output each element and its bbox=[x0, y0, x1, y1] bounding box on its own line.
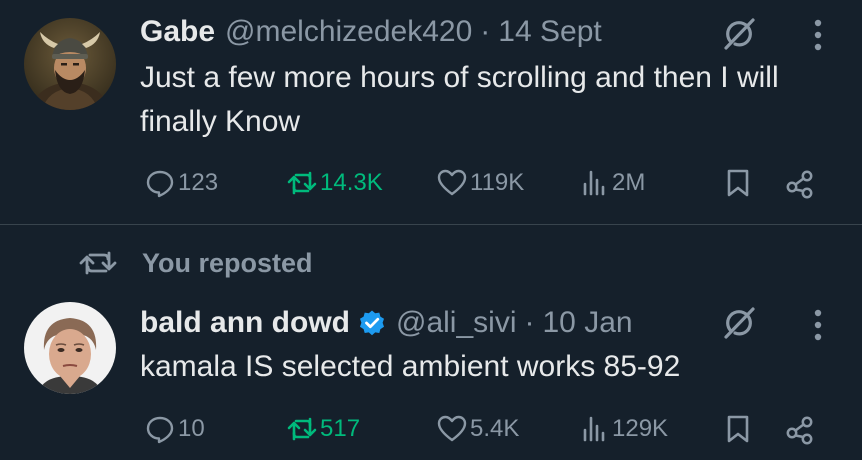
more-options-icon[interactable] bbox=[812, 308, 824, 342]
repost-indicator-icon bbox=[79, 251, 117, 275]
share-icon bbox=[786, 170, 813, 199]
author-name[interactable]: Gabe bbox=[140, 15, 215, 49]
repost-count: 14.3K bbox=[320, 169, 383, 196]
timestamp[interactable]: 14 Sept bbox=[498, 15, 601, 49]
share-button[interactable] bbox=[784, 163, 818, 203]
reply-count: 10 bbox=[178, 415, 205, 442]
view-count: 129K bbox=[612, 415, 669, 442]
repost-button[interactable]: 14.3K bbox=[286, 163, 383, 203]
avatar[interactable] bbox=[24, 302, 116, 394]
horned-helmet-warrior-avatar-image bbox=[24, 18, 116, 110]
verified-badge-icon[interactable] bbox=[358, 309, 386, 337]
separator-dot: · bbox=[480, 15, 491, 48]
reply-button[interactable]: 123 bbox=[144, 163, 218, 203]
bookmark-button[interactable] bbox=[722, 163, 756, 203]
bookmark-icon bbox=[727, 415, 749, 443]
repost-button[interactable]: 517 bbox=[286, 409, 360, 449]
tweet-text: kamala IS selected ambient works 85-92 bbox=[140, 350, 681, 383]
tweet-actions: 123 14.3K 119K 2M bbox=[140, 163, 830, 203]
like-button[interactable]: 5.4K bbox=[436, 409, 519, 449]
view-count: 2M bbox=[612, 169, 646, 196]
views-chart-icon bbox=[583, 170, 605, 196]
reply-count: 123 bbox=[178, 169, 219, 196]
avatar[interactable] bbox=[24, 18, 116, 110]
reply-button[interactable]: 10 bbox=[144, 409, 205, 449]
views-button[interactable]: 2M bbox=[578, 163, 645, 203]
tweet-header: Gabe @melchizedek420 · 14 Sept bbox=[140, 12, 602, 52]
bookmark-icon bbox=[727, 169, 749, 197]
repost-count: 517 bbox=[320, 415, 361, 442]
separator-dot: · bbox=[524, 306, 535, 339]
views-button[interactable]: 129K bbox=[578, 409, 668, 449]
tweet-header: bald ann dowd @ali_sivi · 10 Jan bbox=[140, 303, 633, 343]
author-name[interactable]: bald ann dowd bbox=[140, 306, 350, 340]
reply-icon bbox=[146, 416, 174, 444]
tweet[interactable]: Gabe @melchizedek420 · 14 Sept Just a fe… bbox=[0, 0, 862, 224]
share-icon bbox=[786, 416, 813, 445]
grok-icon[interactable] bbox=[720, 15, 758, 53]
repost-context[interactable]: You reposted bbox=[78, 245, 313, 281]
bookmark-button[interactable] bbox=[722, 409, 756, 449]
tweet-actions: 10 517 5.4K 129K bbox=[140, 409, 830, 449]
author-handle[interactable]: @melchizedek420 bbox=[225, 15, 472, 49]
like-button[interactable]: 119K bbox=[436, 163, 524, 203]
more-options-icon[interactable] bbox=[812, 18, 824, 52]
heart-icon bbox=[437, 415, 467, 442]
share-button[interactable] bbox=[784, 409, 818, 449]
timestamp[interactable]: 10 Jan bbox=[542, 306, 632, 340]
grok-icon[interactable] bbox=[720, 304, 758, 342]
portrait-avatar-image bbox=[24, 302, 116, 394]
views-chart-icon bbox=[583, 416, 605, 442]
reply-icon bbox=[146, 170, 174, 198]
author-handle[interactable]: @ali_sivi bbox=[396, 306, 516, 340]
tweet-text: Just a few more hours of scrolling and t… bbox=[140, 61, 779, 138]
like-count: 5.4K bbox=[470, 415, 520, 442]
heart-icon bbox=[437, 169, 467, 196]
repost-context-label: You reposted bbox=[142, 247, 313, 278]
repost-icon bbox=[287, 417, 317, 441]
repost-icon bbox=[287, 171, 317, 195]
like-count: 119K bbox=[470, 169, 525, 196]
tweet[interactable]: You reposted bald ann dowd @ali_sivi · 1… bbox=[0, 225, 862, 460]
